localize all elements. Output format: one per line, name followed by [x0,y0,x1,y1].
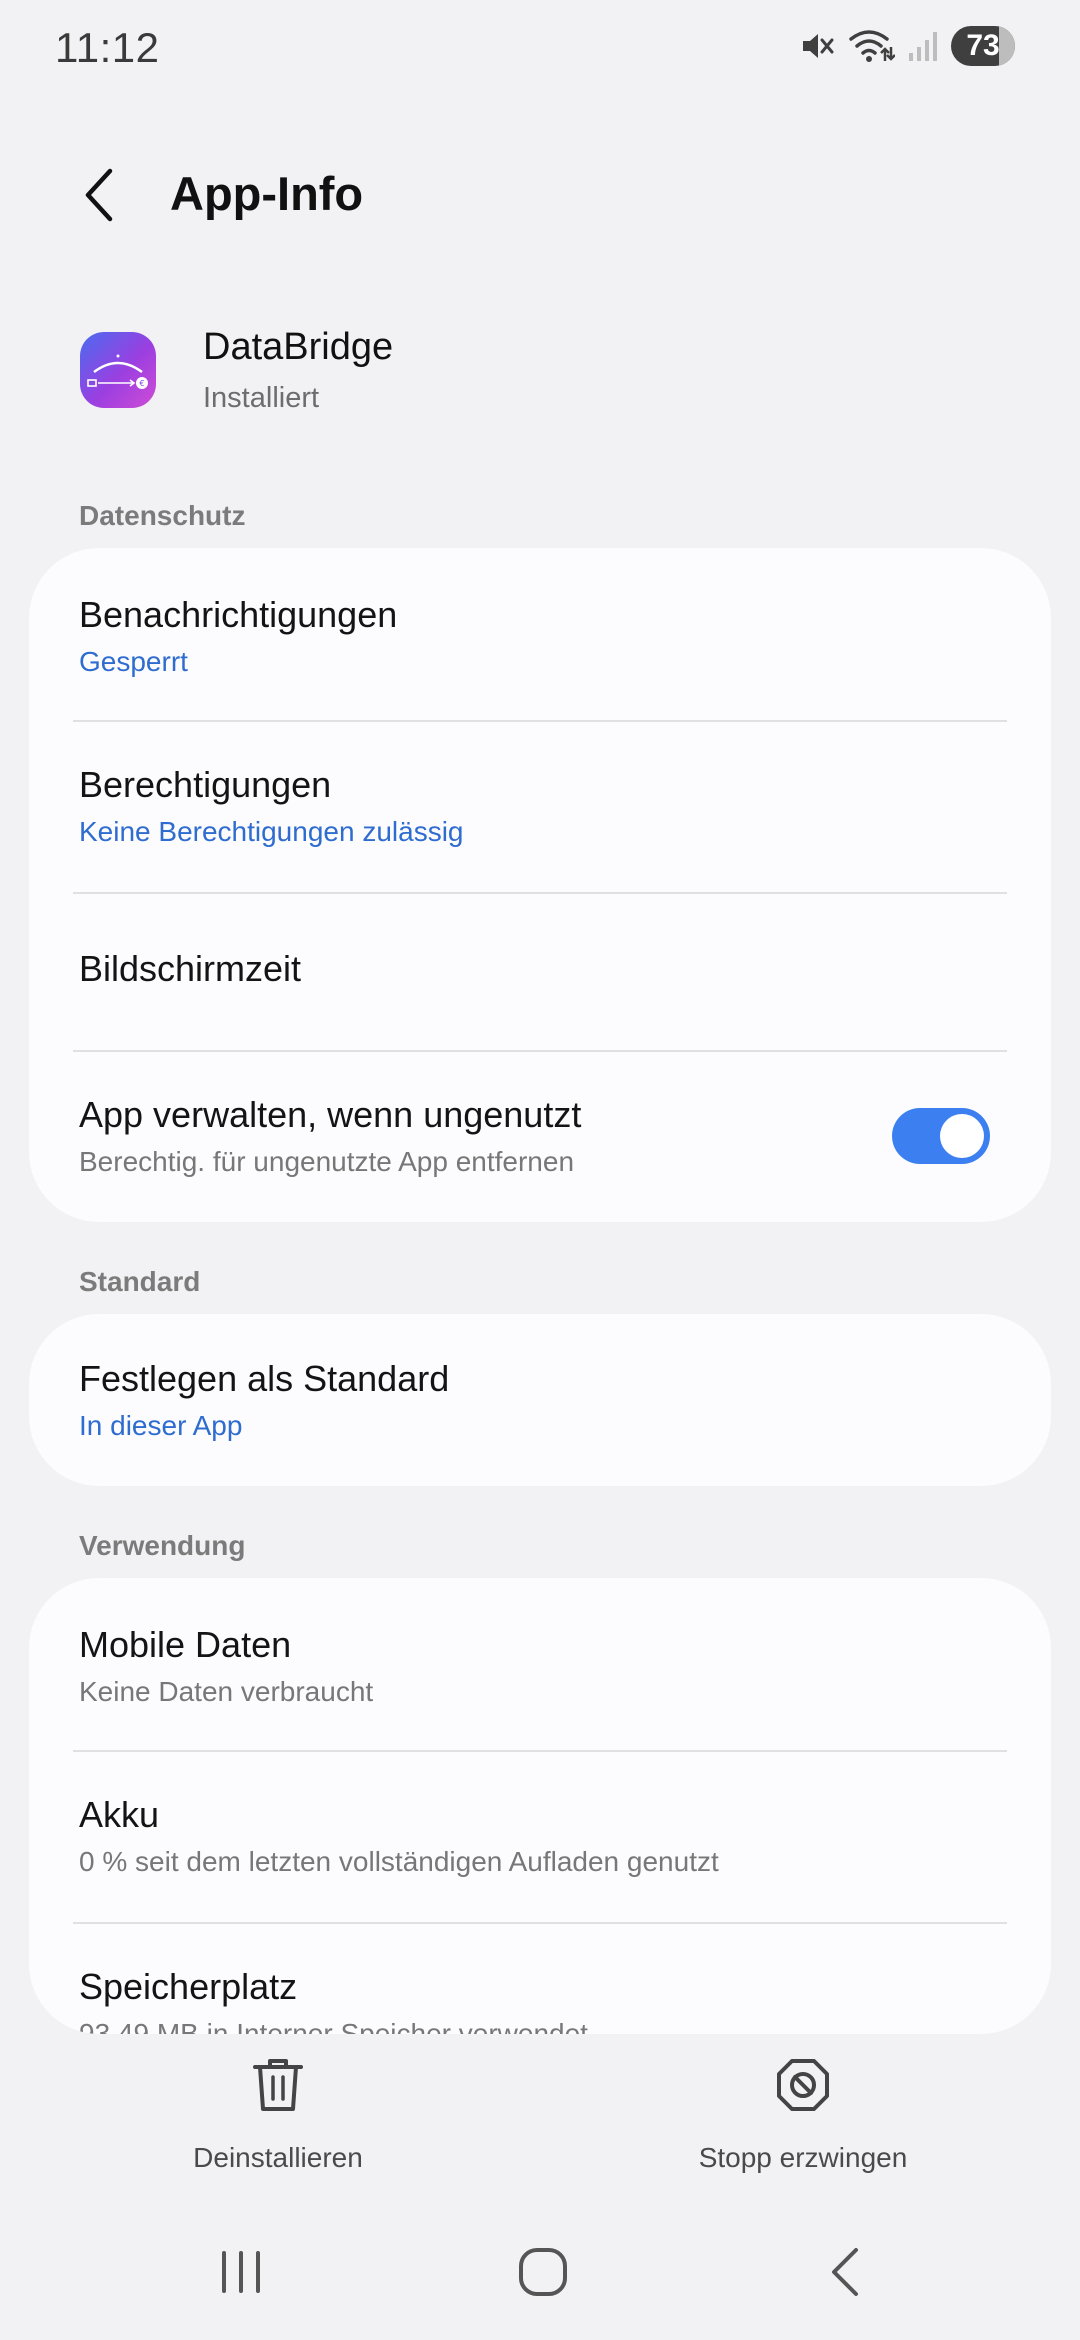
battery-title: Akku [79,1794,160,1835]
mobile-data-title: Mobile Daten [79,1624,292,1665]
system-back-button[interactable] [806,2240,886,2304]
notifications-status: Gesperrt [79,646,188,677]
status-time: 11:12 [55,24,160,71]
toggle-knob [940,1114,984,1158]
battery-icon: 73 [951,26,1015,66]
mobile-data-subtitle: Keine Daten verbraucht [79,1676,374,1707]
svg-text:€: € [139,379,144,388]
section-label-verwendung: Verwendung [79,1530,246,1561]
notifications-row[interactable]: Benachrichtigungen Gesperrt [29,548,1051,720]
page-title: App-Info [170,167,364,220]
storage-title: Speicherplatz [79,1966,298,2007]
storage-row[interactable]: Speicherplatz 93,49 MB in Interner Speic… [29,1924,1051,2034]
battery-level: 73 [966,29,1000,62]
app-name: DataBridge [203,326,394,368]
force-stop-label: Stopp erzwingen [698,2142,908,2173]
signal-icon [907,29,939,63]
manage-unused-app-subtitle: Berechtig. für ungenutzte App entfernen [79,1146,575,1177]
home-button[interactable] [503,2240,583,2304]
uninstall-label: Deinstallieren [193,2142,363,2173]
permissions-row[interactable]: Berechtigungen Keine Berechtigungen zulä… [29,722,1051,892]
recents-icon [222,2251,260,2293]
navigation-bar [0,2220,1080,2320]
status-icons: 73 [799,26,1015,66]
block-icon [768,2050,838,2120]
privacy-card: Benachrichtigungen Gesperrt Berechtigung… [29,548,1051,1222]
trash-icon [243,2050,313,2120]
mute-icon [799,28,835,64]
notifications-title: Benachrichtigungen [79,594,398,635]
storage-subtitle: 93,49 MB in Interner Speicher verwendet [79,2018,588,2034]
section-label-datenschutz: Datenschutz [79,500,246,531]
permissions-title: Berechtigungen [79,764,332,805]
wifi-icon [847,27,895,65]
default-card: Festlegen als Standard In dieser App [29,1314,1051,1486]
permissions-status: Keine Berechtigungen zulässig [79,816,464,847]
screen-time-title: Bildschirmzeit [79,948,302,989]
app-summary: € DataBridge Installiert [0,320,1080,430]
back-icon [832,2248,858,2296]
chevron-left-icon [85,168,113,222]
uninstall-button[interactable]: Deinstallieren [128,2040,428,2190]
set-as-default-title: Festlegen als Standard [79,1358,450,1399]
bottom-action-bar: Deinstallieren Stopp erzwingen [0,2040,1080,2200]
manage-unused-app-title: App verwalten, wenn ungenutzt [79,1094,582,1135]
app-bar: App-Info [0,150,1080,240]
home-icon [519,2248,567,2296]
status-bar: 11:12 73 [0,0,1080,100]
mobile-data-row[interactable]: Mobile Daten Keine Daten verbraucht [29,1578,1051,1750]
databridge-app-icon: € [80,332,156,408]
manage-unused-app-toggle[interactable] [892,1108,990,1164]
set-as-default-row[interactable]: Festlegen als Standard In dieser App [29,1314,1051,1486]
battery-row[interactable]: Akku 0 % seit dem letzten vollständigen … [29,1752,1051,1922]
usage-card: Mobile Daten Keine Daten verbraucht Akku… [29,1578,1051,2034]
back-button[interactable] [70,160,130,230]
screen-time-row[interactable]: Bildschirmzeit [29,894,1051,1050]
force-stop-button[interactable]: Stopp erzwingen [653,2040,953,2190]
app-install-status: Installiert [203,382,320,414]
manage-unused-app-row[interactable]: App verwalten, wenn ungenutzt Berechtig.… [29,1052,1051,1222]
recents-button[interactable] [201,2240,281,2304]
set-as-default-status: In dieser App [79,1410,243,1441]
battery-subtitle: 0 % seit dem letzten vollständigen Aufla… [79,1846,719,1877]
section-label-standard: Standard [79,1266,201,1297]
